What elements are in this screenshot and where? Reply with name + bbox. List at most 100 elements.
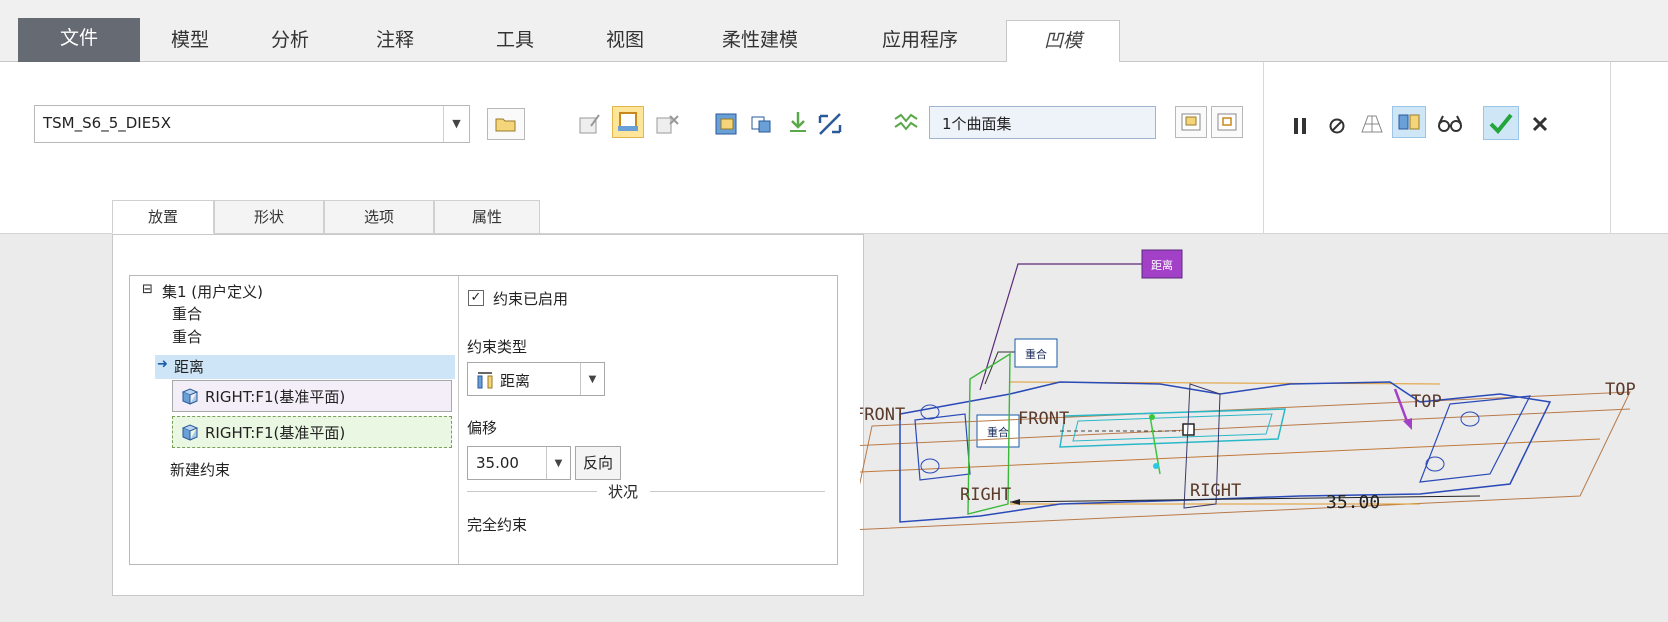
- mount-constraint-button[interactable]: [782, 106, 814, 138]
- plane-label-front-left: FRONT: [860, 405, 905, 425]
- arrow-right-icon: ➜: [157, 357, 168, 372]
- constraint-arrow-icon: [790, 112, 806, 132]
- tree-item-coincident-1[interactable]: 重合: [172, 303, 202, 324]
- tree-item-coincident-2[interactable]: 重合: [172, 326, 202, 347]
- distance-constraint-icon: [477, 372, 493, 389]
- tab-die[interactable]: 凹模: [1006, 20, 1120, 63]
- surface-select-button[interactable]: [890, 107, 922, 139]
- assembly-window-icon: [1217, 113, 1237, 131]
- cancel-button[interactable]: [1524, 108, 1556, 140]
- surface-icon: [894, 113, 918, 131]
- tab-options[interactable]: 选项: [324, 200, 434, 234]
- reference-assembly-label: RIGHT:F1(基准平面): [205, 423, 346, 442]
- surface-collector[interactable]: 1个曲面集: [929, 106, 1156, 139]
- coincident-tag-2-label: 重合: [987, 425, 1009, 439]
- drag-point: [1153, 463, 1159, 469]
- reference-component-label: RIGHT:F1(基准平面): [205, 387, 346, 406]
- status-divider-left: [467, 491, 597, 492]
- check-icon: [1489, 113, 1513, 134]
- tab-view[interactable]: 视图: [575, 20, 675, 62]
- wireframe-icon: [1361, 115, 1383, 133]
- datum-plane-icon: [181, 388, 199, 405]
- verify-models-icon: [1398, 114, 1420, 130]
- dimension-line: [1009, 495, 1481, 503]
- tab-shape[interactable]: 形状: [214, 200, 324, 234]
- tree-item-distance[interactable]: 距离: [174, 356, 204, 377]
- flip-direction-button[interactable]: [814, 108, 846, 140]
- tab-properties[interactable]: 属性: [434, 200, 540, 234]
- collapse-icon[interactable]: ⊟: [142, 282, 153, 297]
- tab-applications[interactable]: 应用程序: [855, 20, 985, 62]
- tab-model[interactable]: 模型: [140, 20, 240, 62]
- hole-circle: [920, 404, 940, 420]
- chevron-down-icon[interactable]: ▼: [443, 106, 469, 142]
- plane-label-right-left: RIGHT: [960, 485, 1011, 505]
- ok-button[interactable]: [1483, 106, 1519, 140]
- tab-tools[interactable]: 工具: [465, 20, 565, 62]
- separator: [1610, 62, 1611, 234]
- surface-collector-value: 1个曲面集: [942, 115, 1012, 133]
- open-folder-button[interactable]: [487, 108, 525, 140]
- constraint-tree: ⊟ 集1 (用户定义) 重合 重合 ➜ 距离 RIGHT:F1(基准平面) RI…: [130, 276, 459, 564]
- separator: [1263, 62, 1264, 234]
- drag-point: [1149, 414, 1155, 420]
- placement-button[interactable]: [612, 106, 644, 138]
- status-label: 状况: [608, 483, 639, 501]
- edit-placement-button[interactable]: [574, 108, 606, 140]
- hole-circle: [1425, 456, 1445, 472]
- chevron-down-icon[interactable]: ▼: [580, 363, 604, 395]
- new-constraint-link[interactable]: 新建约束: [170, 459, 230, 480]
- hole-circle: [1460, 411, 1480, 427]
- constraint-type-label: 约束类型: [467, 338, 528, 356]
- tree-set-label[interactable]: 集1 (用户定义): [162, 281, 263, 302]
- distance-leader-line: [979, 263, 1142, 391]
- constraint-type-select[interactable]: 距离 ▼: [467, 362, 605, 396]
- assemble-component-button[interactable]: [710, 108, 742, 140]
- constraint-enabled-checkbox[interactable]: ✓: [468, 290, 484, 306]
- component-combo[interactable]: TSM_S6_5_DIE5X ▼: [34, 105, 470, 143]
- plane-label-right-mid: RIGHT: [1190, 481, 1241, 501]
- tab-placement[interactable]: 放置: [112, 200, 214, 234]
- flip-button[interactable]: 反向: [575, 446, 621, 480]
- tab-flexible-modeling[interactable]: 柔性建模: [695, 20, 825, 62]
- no-preview-button[interactable]: [1321, 110, 1353, 142]
- reference-assembly[interactable]: RIGHT:F1(基准平面): [172, 416, 452, 448]
- folder-icon: [495, 118, 516, 132]
- no-preview-icon: [1329, 118, 1345, 134]
- graphics-window[interactable]: 距离 重合 重合 FRONT FRONT TOP TOP RIGHT RIGHT…: [860, 234, 1668, 622]
- direction-arrow: [1393, 388, 1410, 425]
- separate-window-button[interactable]: [1175, 106, 1207, 138]
- dimension-value[interactable]: 35.00: [1326, 492, 1380, 513]
- tab-annotate[interactable]: 注释: [345, 20, 445, 62]
- offset-label: 偏移: [467, 419, 498, 437]
- coincident-tag-1-label: 重合: [1025, 347, 1047, 361]
- offset-input[interactable]: 35.00 ▼: [467, 446, 571, 480]
- placement-edit-icon: [579, 114, 600, 134]
- status-divider-right: [650, 491, 825, 492]
- verify-preview-button[interactable]: [1392, 106, 1426, 138]
- plane-label-top-right: TOP: [1605, 380, 1636, 400]
- chevron-down-icon[interactable]: ▼: [546, 447, 570, 479]
- tab-file[interactable]: 文件: [18, 18, 140, 62]
- status-value: 完全约束: [467, 516, 528, 534]
- wireframe-preview-button[interactable]: [1356, 108, 1388, 140]
- component-name: TSM_S6_5_DIE5X: [43, 114, 172, 132]
- component-window-button[interactable]: [745, 108, 777, 140]
- assembly-window-button[interactable]: [1211, 106, 1243, 138]
- hole-circle: [920, 458, 940, 474]
- close-icon: [1532, 116, 1548, 132]
- tab-analysis[interactable]: 分析: [240, 20, 340, 62]
- ribbon-tab-bar: 文件 模型 分析 注释 工具 视图 柔性建模 应用程序 凹模: [0, 0, 1668, 63]
- drag-handle[interactable]: [1182, 423, 1195, 436]
- pause-button[interactable]: [1284, 110, 1316, 142]
- constraint-type-value: 距离: [500, 372, 531, 390]
- constraint-enabled-label: 约束已启用: [493, 290, 569, 308]
- placement-panel: ⊟ 集1 (用户定义) 重合 重合 ➜ 距离 RIGHT:F1(基准平面) RI…: [112, 234, 864, 596]
- flip-arrow-icon: [818, 113, 842, 135]
- plane-label-top-mid: TOP: [1411, 392, 1442, 412]
- placement-icon: [618, 112, 638, 131]
- distance-tag-label: 距离: [1151, 258, 1173, 272]
- placement-export-button[interactable]: [651, 108, 683, 140]
- glasses-preview-button[interactable]: [1434, 108, 1466, 140]
- reference-component[interactable]: RIGHT:F1(基准平面): [172, 380, 452, 412]
